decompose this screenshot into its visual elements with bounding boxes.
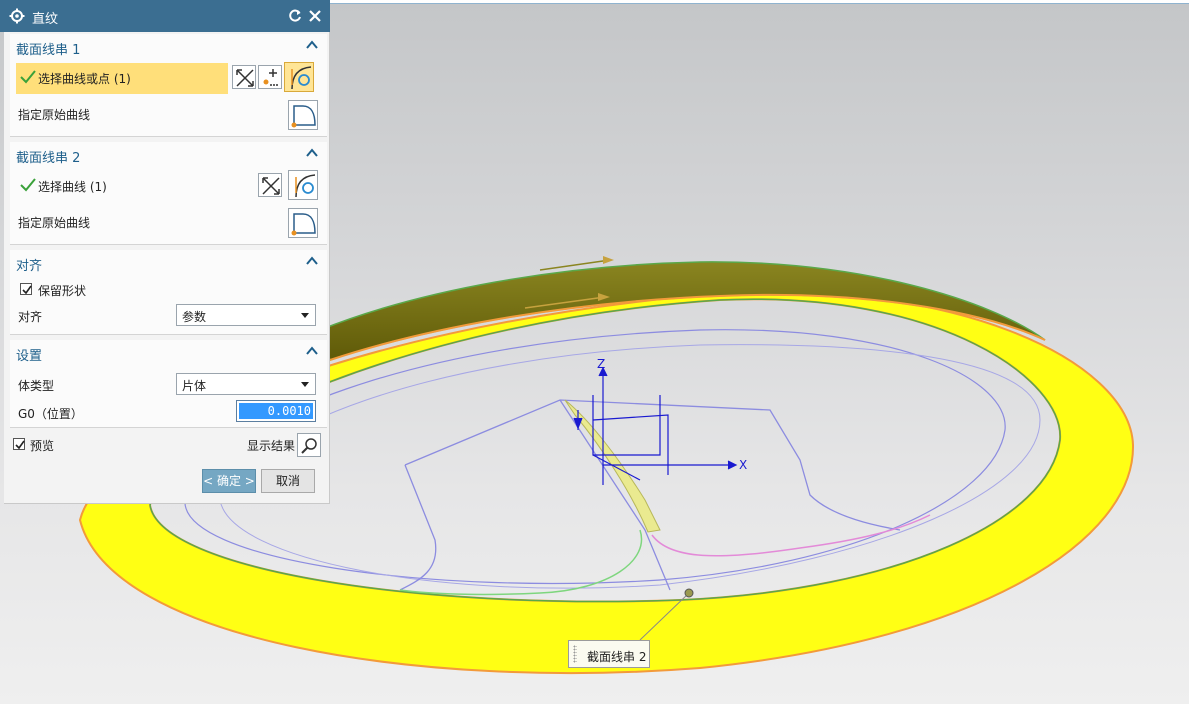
- group-settings-header[interactable]: 设置: [10, 340, 327, 364]
- select-curve-or-point-row[interactable]: 选择曲线或点 (1): [10, 62, 327, 94]
- axis-x-label: X: [739, 458, 747, 472]
- group-align: 对齐 保留形状 对齐 参数: [10, 250, 327, 335]
- tooltip-grip-icon[interactable]: [573, 645, 577, 663]
- dialog-titlebar[interactable]: 直纹: [0, 0, 330, 32]
- select-curve-row[interactable]: 选择曲线 (1): [10, 170, 327, 200]
- align-method-value: 参数: [182, 310, 207, 324]
- show-result-label: 显示结果: [247, 439, 296, 453]
- section-curve-icon: [295, 174, 316, 198]
- show-result-button[interactable]: [297, 433, 321, 457]
- point-plus-icon: [263, 69, 278, 86]
- specify-origin-curve-label-2: 指定原始曲线: [18, 216, 91, 230]
- group-settings: 设置 体类型 片体 G0（位置） 0.0010: [10, 340, 327, 428]
- reverse-direction-button-2[interactable]: [258, 173, 282, 197]
- preview-label: 预览: [30, 439, 55, 453]
- cancel-button[interactable]: 取消: [261, 469, 315, 493]
- dialog-title: 直纹: [32, 12, 59, 27]
- reverse-direction-button[interactable]: [232, 65, 256, 89]
- chevron-up-icon[interactable]: [306, 346, 318, 356]
- wcs-triad-icon: [573, 366, 738, 485]
- group-align-title: 对齐: [16, 259, 43, 274]
- section-tooltip: 截面线串 2: [568, 640, 650, 668]
- origin-curve-icon: [291, 105, 316, 128]
- chevron-up-icon[interactable]: [306, 148, 318, 158]
- group-section-1-title: 截面线串 1: [16, 43, 81, 58]
- section-curve-icon: [291, 66, 312, 90]
- ruled-dialog: 直纹 截面线串 1 选择曲线或点 (1) 指定原始曲线 截面线串 2 选择曲线 …: [0, 0, 330, 504]
- keep-shape-checkbox[interactable]: [20, 283, 32, 295]
- dropdown-arrow-icon: [301, 382, 309, 387]
- chevron-up-icon[interactable]: [306, 40, 318, 50]
- tooltip-label: 截面线串 2: [587, 650, 647, 664]
- group-section-2: 截面线串 2 选择曲线 (1) 指定原始曲线: [10, 142, 327, 245]
- checkbox-check-icon: [22, 285, 32, 295]
- g0-label: G0（位置）: [18, 407, 83, 421]
- ok-button[interactable]: < 确定 >: [202, 469, 256, 493]
- origin-curve-button-2[interactable]: [288, 208, 318, 238]
- checkbox-check-icon: [15, 440, 25, 450]
- group-section-2-title: 截面线串 2: [16, 151, 81, 166]
- specify-origin-curve-row-1: 指定原始曲线: [10, 98, 327, 130]
- body-type-select[interactable]: 片体: [176, 373, 316, 395]
- curve-pick-point[interactable]: [684, 588, 694, 598]
- keep-shape-label: 保留形状: [38, 284, 87, 298]
- specify-origin-curve-label-1: 指定原始曲线: [18, 108, 91, 122]
- group-settings-title: 设置: [16, 349, 43, 364]
- magnifier-icon: [301, 438, 317, 454]
- g0-tolerance-value: 0.0010: [239, 403, 313, 419]
- origin-curve-icon: [291, 213, 316, 236]
- specify-origin-curve-row-2: 指定原始曲线: [10, 206, 327, 238]
- section-builder-button[interactable]: [284, 62, 314, 92]
- g0-tolerance-input[interactable]: 0.0010: [236, 400, 316, 422]
- reverse-direction-icon: [262, 177, 280, 195]
- align-label: 对齐: [18, 310, 43, 324]
- checkmark-icon: [20, 70, 36, 84]
- dropdown-arrow-icon: [301, 313, 309, 318]
- select-curve-label: 选择曲线 (1): [38, 180, 107, 194]
- gear-icon[interactable]: [9, 8, 25, 24]
- reset-icon[interactable]: [287, 8, 303, 24]
- group-section-1-header[interactable]: 截面线串 1: [10, 34, 327, 58]
- group-section-2-header[interactable]: 截面线串 2: [10, 142, 327, 166]
- point-dialog-button[interactable]: [258, 65, 282, 89]
- body-type-value: 片体: [182, 379, 207, 393]
- checkmark-icon: [20, 178, 36, 192]
- axis-z-label: Z: [597, 357, 605, 371]
- reverse-direction-icon: [236, 69, 254, 87]
- body-type-label: 体类型: [18, 379, 55, 393]
- select-curve-or-point-label: 选择曲线或点 (1): [38, 72, 131, 86]
- preview-checkbox[interactable]: [13, 438, 25, 450]
- close-icon[interactable]: [307, 8, 323, 24]
- group-align-header[interactable]: 对齐: [10, 250, 327, 274]
- section-builder-button-2[interactable]: [288, 170, 318, 200]
- align-method-select[interactable]: 参数: [176, 304, 316, 326]
- origin-curve-button-1[interactable]: [288, 100, 318, 130]
- group-section-1: 截面线串 1 选择曲线或点 (1) 指定原始曲线: [10, 34, 327, 137]
- chevron-up-icon[interactable]: [306, 256, 318, 266]
